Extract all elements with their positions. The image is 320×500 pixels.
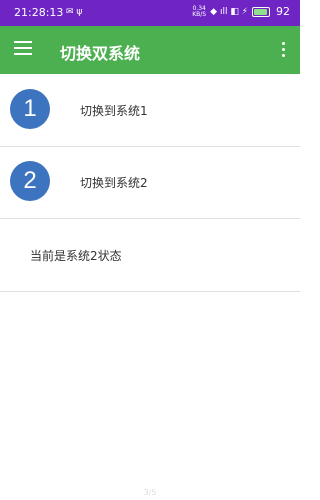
switch-system-1-label: 切换到系统1: [80, 104, 148, 118]
switch-system-1-item[interactable]: 1 切换到系统1: [0, 74, 300, 147]
hamburger-menu-icon[interactable]: [14, 41, 32, 55]
status-bar: 21:28:13 ✉ ψ 0.34 KB/S ◆ ıll ◧ ⚡ 92: [0, 0, 300, 26]
notification-icons: ✉ ψ: [66, 7, 83, 17]
page-title: 切换双系统: [60, 44, 141, 63]
battery-percent: 92: [276, 5, 290, 18]
status-time: 21:28:13: [14, 6, 64, 19]
current-status-row: 当前是系统2状态: [0, 219, 300, 292]
more-vert-icon[interactable]: [282, 42, 286, 58]
current-status-text: 当前是系统2状态: [30, 249, 122, 263]
net-speed-unit: KB/S: [192, 10, 207, 18]
toolbar: 切换双系统: [0, 26, 300, 74]
switch-system-2-label: 切换到系统2: [80, 176, 148, 190]
app-screen: 21:28:13 ✉ ψ 0.34 KB/S ◆ ıll ◧ ⚡ 92 切换双系…: [0, 0, 300, 500]
switch-system-2-item[interactable]: 2 切换到系统2: [0, 146, 300, 219]
page-indicator: 3/5: [143, 488, 157, 497]
number-badge-1: 1: [10, 89, 50, 129]
status-right-group: 0.34 KB/S ◆ ıll ◧ ⚡ 92: [192, 5, 290, 18]
signal-icons: ◆ ıll ◧ ⚡: [210, 6, 248, 17]
battery-icon: [252, 6, 270, 17]
net-speed: 0.34 KB/S: [192, 5, 207, 18]
battery-fill: [254, 8, 267, 15]
number-badge-2: 2: [10, 161, 50, 201]
